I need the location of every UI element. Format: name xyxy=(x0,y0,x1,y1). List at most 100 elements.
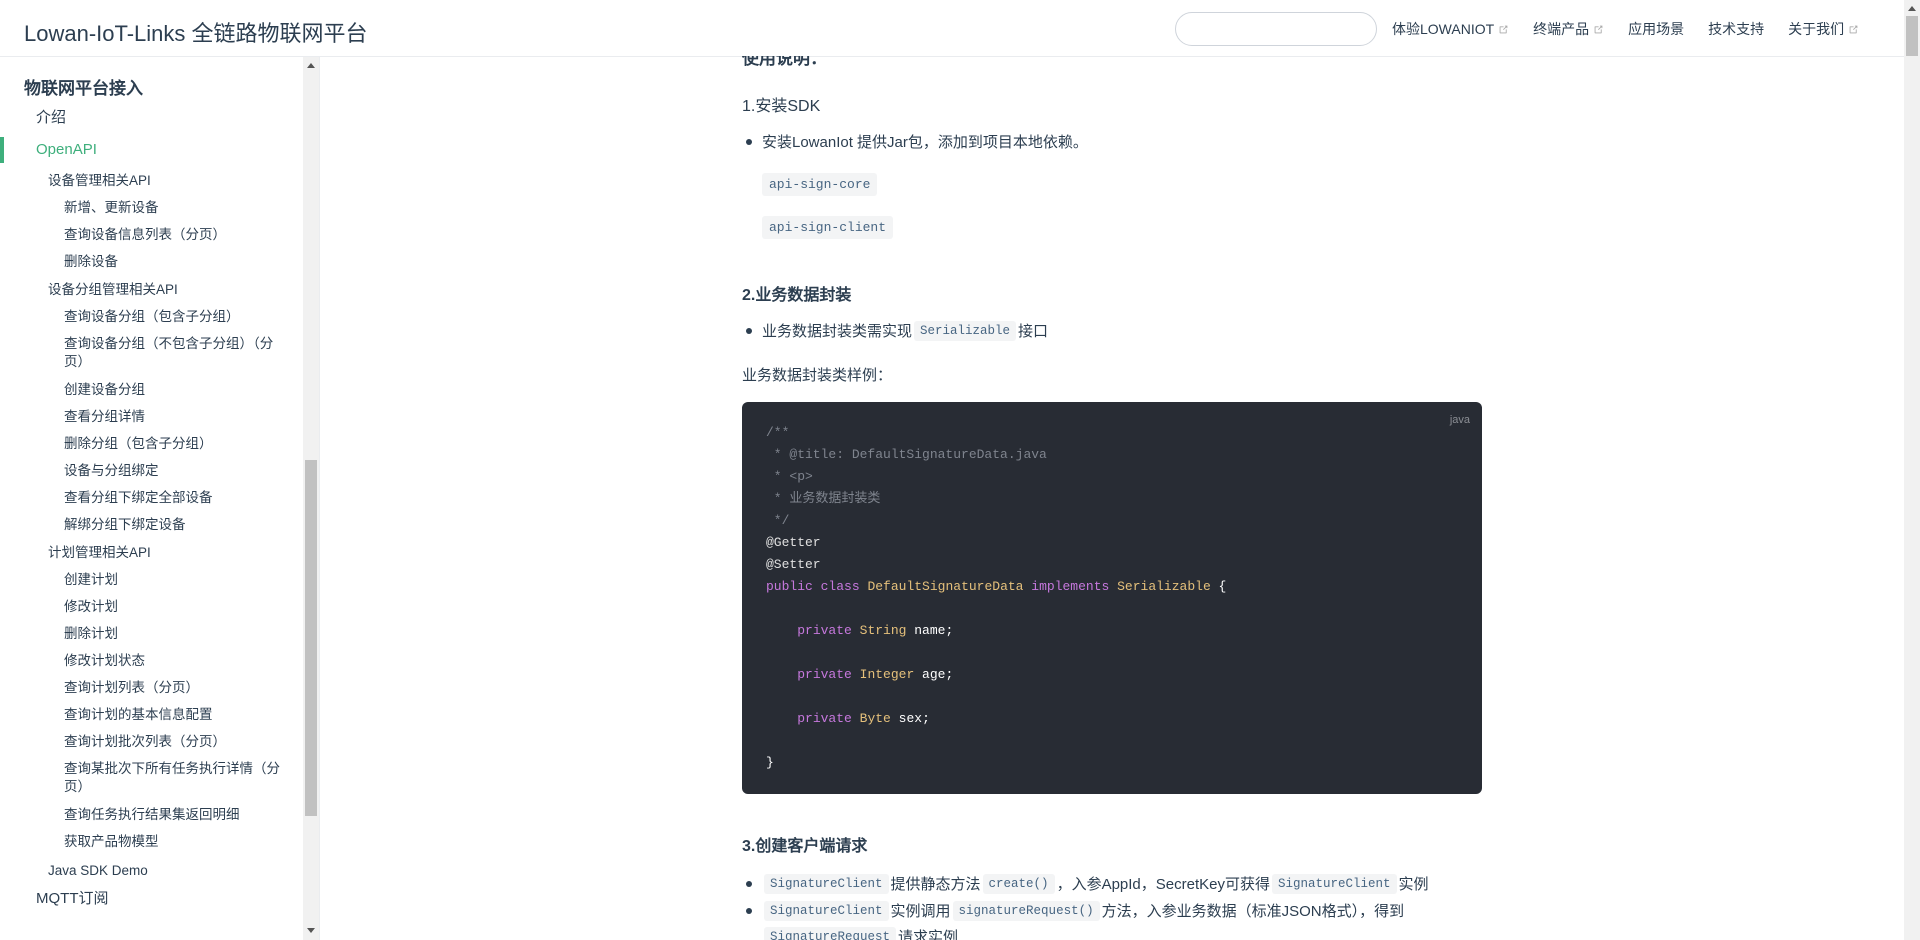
list-item: 业务数据封装类需实现 Serializable 接口 xyxy=(742,320,1048,341)
nav-link-about[interactable]: 关于我们 xyxy=(1788,19,1859,39)
sidebar-item[interactable]: 查询设备分组（不包含子分组）（分页） xyxy=(64,335,290,371)
code-type: Integer xyxy=(859,667,915,682)
nav-link-scenarios[interactable]: 应用场景 xyxy=(1628,19,1684,39)
sidebar-item[interactable]: 查询设备信息列表（分页） xyxy=(64,226,226,244)
list-item-continued: SignatureRequest 请求实例 xyxy=(762,926,958,940)
list-item: SignatureClient 实例调用 signatureRequest() … xyxy=(742,900,1404,921)
code-keyword: private xyxy=(797,667,852,682)
active-indicator xyxy=(0,137,4,163)
sidebar-item[interactable]: 删除设备 xyxy=(64,253,118,271)
external-link-icon xyxy=(1499,25,1508,33)
step3-title: 3.创建客户端请求 xyxy=(742,838,868,855)
nav-links: 体验LOWANIOT 终端产品 应用场景 技术支持 关于我们 xyxy=(1392,19,1859,39)
bullet-dot xyxy=(746,327,752,334)
sidebar-item[interactable]: 删除分组（包含子分组） xyxy=(64,435,213,453)
sidebar-item[interactable]: 创建设备分组 xyxy=(64,381,145,399)
list-item-text: 实例 xyxy=(1398,876,1429,893)
list-item-text: ，入参AppId，SecretKey可获得 xyxy=(1056,876,1270,893)
code-block[interactable]: java /** * @title: DefaultSignatureData.… xyxy=(742,402,1482,794)
sidebar-item[interactable]: 查询计划批次列表（分页） xyxy=(64,733,226,751)
step2-title: 2.业务数据封装 xyxy=(742,287,852,304)
inline-code: Serializable xyxy=(914,320,1017,341)
list-item: SignatureClient 提供静态方法 create() ，入参AppId… xyxy=(742,873,1429,894)
scroll-up-arrow-icon[interactable] xyxy=(307,63,315,68)
inline-code: signatureRequest() xyxy=(952,900,1100,921)
bullet-dot xyxy=(746,880,752,887)
sidebar-item[interactable]: 查询计划的基本信息配置 xyxy=(64,706,213,724)
sidebar-heading[interactable]: 物联网平台接入 xyxy=(24,74,143,99)
scrollbar-thumb[interactable] xyxy=(1906,16,1918,56)
sidebar-item[interactable]: 查看分组下绑定全部设备 xyxy=(64,489,213,507)
sidebar-item[interactable]: 查看分组详情 xyxy=(64,408,145,426)
inline-code: SignatureRequest xyxy=(764,926,897,940)
sidebar-item[interactable]: 查询某批次下所有任务执行详情（分页） xyxy=(64,760,290,796)
sidebar-item-mqtt[interactable]: MQTT订阅 xyxy=(36,890,109,908)
list-item-text: 请求实例 xyxy=(898,929,959,940)
nav-link-terminal-products[interactable]: 终端产品 xyxy=(1533,19,1604,39)
sidebar-item[interactable]: 设备与分组绑定 xyxy=(64,462,159,480)
code-keyword: private xyxy=(797,623,852,638)
nav-link-label: 应用场景 xyxy=(1628,21,1685,37)
code-comment: */ xyxy=(766,513,790,528)
sidebar-item[interactable]: 创建计划 xyxy=(64,571,118,589)
sidebar-item[interactable]: 查询设备分组（包含子分组） xyxy=(64,308,240,326)
inline-code: create() xyxy=(982,873,1055,894)
list-item-text: 方法，入参业务数据（标准JSON格式），得到 xyxy=(1101,903,1405,920)
sidebar-scrollbar[interactable] xyxy=(303,57,319,940)
inline-code: SignatureClient xyxy=(764,873,889,894)
scrollbar-thumb[interactable] xyxy=(305,460,317,816)
code-keyword: implements xyxy=(1031,579,1110,594)
sidebar-item-device-api[interactable]: 设备管理相关API xyxy=(48,172,151,190)
page-scrollbar[interactable] xyxy=(1904,0,1920,940)
search-input[interactable] xyxy=(1175,12,1377,46)
code-keyword: class xyxy=(820,579,860,594)
sidebar-item[interactable]: 新增、更新设备 xyxy=(64,199,159,217)
bullet-dot xyxy=(746,907,752,914)
inline-code: SignatureClient xyxy=(1271,873,1397,894)
jar-name: api-sign-client xyxy=(762,216,894,239)
example-label: 业务数据封装类样例： xyxy=(742,367,893,384)
nav-link-label: 体验LOWANIOT xyxy=(1392,21,1495,37)
sidebar-item[interactable]: 获取产品物模型 xyxy=(64,833,159,851)
list-item: 安装LowanIot 提供Jar包，添加到项目本地依赖。 xyxy=(742,131,1088,152)
nav-link-label: 终端产品 xyxy=(1533,21,1590,37)
code-punct: } xyxy=(766,755,774,770)
sidebar-item[interactable]: 修改计划状态 xyxy=(64,652,145,670)
sidebar-item-java-sdk-demo[interactable]: Java SDK Demo xyxy=(48,862,148,880)
scroll-down-arrow-icon[interactable] xyxy=(307,928,315,933)
bullet-dot xyxy=(746,138,752,145)
code-class-name: DefaultSignatureData xyxy=(867,579,1024,594)
code-comment: * 业务数据封装类 xyxy=(766,491,881,506)
step1-title: 1.安装SDK xyxy=(742,98,821,115)
code-field: sex; xyxy=(890,711,930,726)
sidebar-item[interactable]: 删除计划 xyxy=(64,625,118,643)
sidebar-item[interactable]: 解绑分组下绑定设备 xyxy=(64,516,186,534)
scroll-up-arrow-icon[interactable] xyxy=(1908,6,1916,11)
code-comment: * <p> xyxy=(766,469,813,484)
external-link-icon xyxy=(1594,25,1603,33)
sidebar-item-group-api[interactable]: 设备分组管理相关API xyxy=(48,281,178,299)
code-class-name: Serializable xyxy=(1117,579,1211,594)
code-language-label: java xyxy=(1449,414,1470,426)
sidebar: 物联网平台接入 介绍 OpenAPI 设备管理相关API 新增、更新设备 查询设… xyxy=(0,57,320,940)
code-annotation: @Setter xyxy=(766,557,821,572)
site-title[interactable]: Lowan-IoT-Links 全链路物联网平台 xyxy=(24,16,368,48)
sidebar-item-plan-api[interactable]: 计划管理相关API xyxy=(48,544,151,562)
nav-link-label: 技术支持 xyxy=(1708,21,1765,37)
sidebar-item[interactable]: 查询任务执行结果集返回明细 xyxy=(64,806,240,824)
nav-link-try-lowaniot[interactable]: 体验LOWANIOT xyxy=(1392,19,1509,39)
inline-code: SignatureClient xyxy=(764,900,889,921)
list-item-text: 业务数据封装类需实现 xyxy=(762,323,913,340)
jar-name: api-sign-core xyxy=(762,173,878,196)
sidebar-item[interactable]: 修改计划 xyxy=(64,598,118,616)
sidebar-item-intro[interactable]: 介绍 xyxy=(36,109,66,127)
list-item-text: 提供静态方法 xyxy=(890,876,981,893)
code-text: /** * @title: DefaultSignatureData.java … xyxy=(766,422,1226,774)
code-field: age; xyxy=(914,667,954,682)
code-punct: { xyxy=(1210,579,1227,594)
sidebar-item[interactable]: 查询计划列表（分页） xyxy=(64,679,199,697)
nav-link-support[interactable]: 技术支持 xyxy=(1708,19,1764,39)
sidebar-item-openapi[interactable]: OpenAPI xyxy=(36,141,97,159)
external-link-icon xyxy=(1849,25,1858,33)
code-comment: * @title: DefaultSignatureData.java xyxy=(766,447,1047,462)
